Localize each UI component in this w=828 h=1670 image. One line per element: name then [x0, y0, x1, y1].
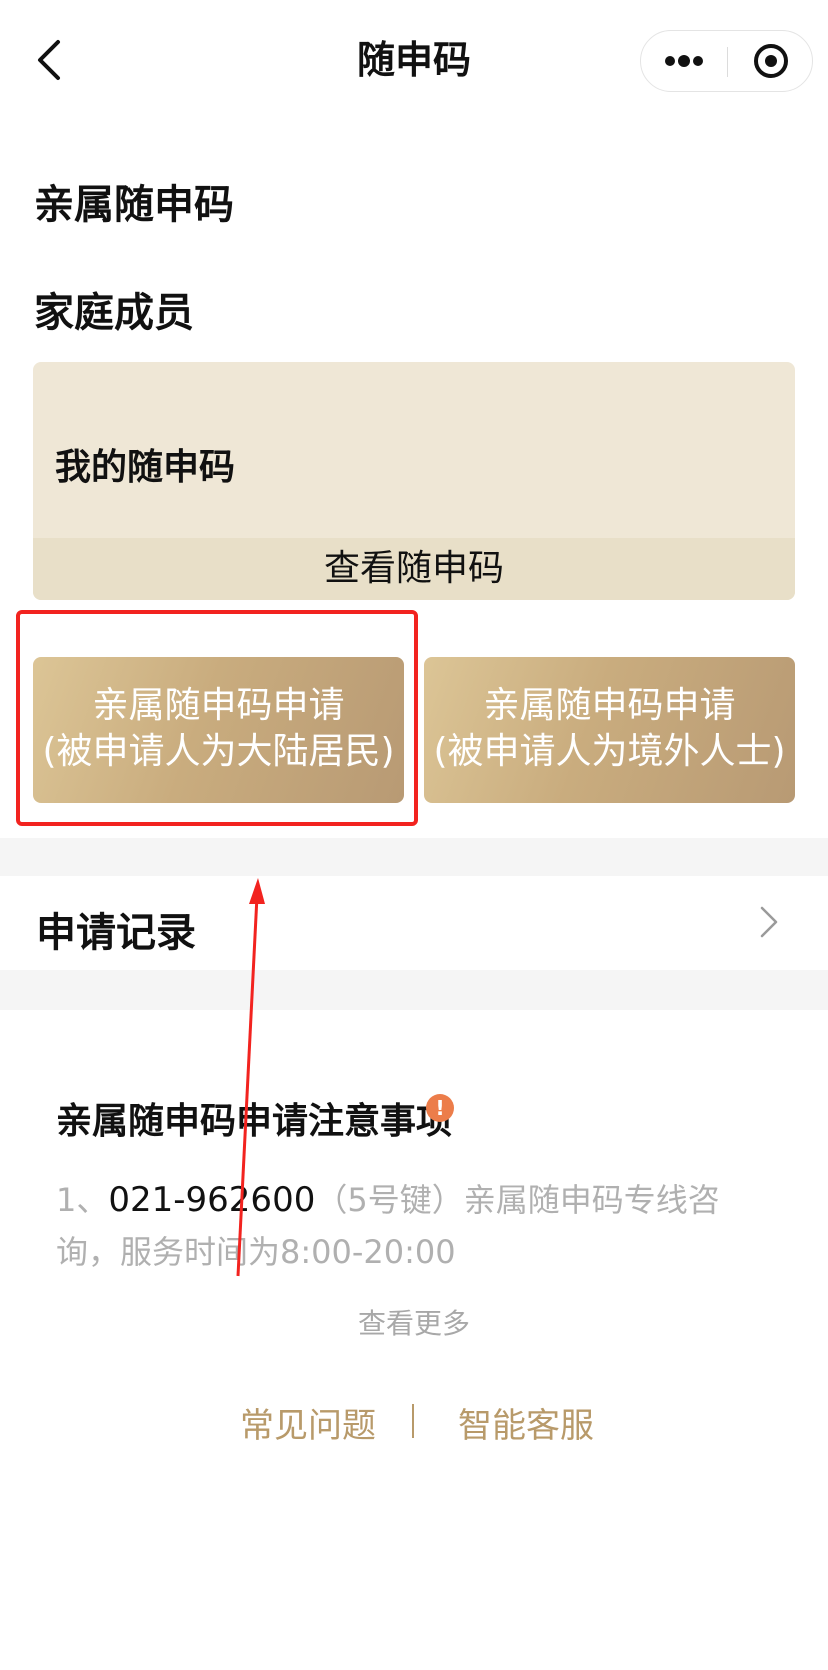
capsule-menu	[640, 30, 813, 92]
my-code-card: 我的随申码 查看随申码	[33, 362, 795, 600]
close-miniprogram-button[interactable]	[728, 31, 814, 91]
page-root: 随申码 亲属随申码 家庭成员 我的随申码 查看随申码 亲属随申码申请 (被申请人…	[0, 0, 828, 1670]
hotline-number[interactable]: 021-962600	[108, 1180, 315, 1220]
notice-title: 亲属随申码申请注意事项	[56, 1101, 453, 1142]
section-separator	[0, 838, 828, 876]
footer-links: 常见问题 智能客服	[0, 1398, 828, 1448]
more-dots-icon	[665, 55, 703, 67]
notice-item-prefix: 1、	[56, 1181, 109, 1219]
see-more-link[interactable]: 查看更多	[0, 1302, 828, 1342]
notice-item: 1、021-962600（5号键）亲属随申码专线咨询，服务时间为8:00-20:…	[56, 1174, 756, 1278]
faq-link[interactable]: 常见问题	[240, 1398, 376, 1447]
section-title: 亲属随申码	[34, 182, 234, 228]
section-separator	[0, 970, 828, 1010]
my-code-label: 我的随申码	[55, 447, 236, 488]
view-code-button[interactable]: 查看随申码	[33, 538, 795, 600]
chevron-right-icon	[760, 906, 778, 938]
alert-icon: !	[426, 1094, 454, 1122]
apply-overseas-line2: (被申请人为境外人士)	[433, 731, 786, 772]
apply-overseas-line1: 亲属随申码申请	[483, 685, 736, 726]
more-button[interactable]	[641, 31, 727, 91]
apply-overseas-button[interactable]: 亲属随申码申请 (被申请人为境外人士)	[424, 657, 795, 803]
target-icon	[754, 44, 788, 78]
footer-separator	[412, 1404, 414, 1438]
family-members-heading: 家庭成员	[34, 290, 194, 336]
annotation-highlight-box	[16, 610, 418, 826]
smart-service-link[interactable]: 智能客服	[458, 1398, 594, 1447]
records-label: 申请记录	[36, 910, 196, 956]
application-records-row[interactable]: 申请记录	[0, 876, 828, 970]
nav-bar: 随申码	[0, 0, 828, 104]
